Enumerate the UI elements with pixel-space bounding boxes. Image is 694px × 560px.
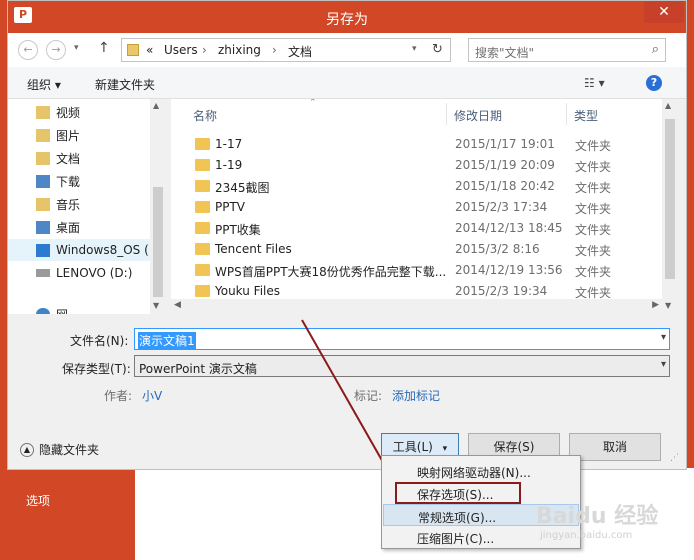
menu-item-label: 映射网络驱动器(N)... [417,466,531,480]
highlight-box [395,482,521,504]
menu-item-label: 常规选项(G)... [418,511,497,525]
menu-item-label: 压缩图片(C)... [417,532,495,546]
watermark-url: jingyan.baidu.com [540,530,633,541]
watermark-logo: Baidu 经验 [536,504,659,529]
annotation-arrow [301,319,398,490]
menu-item-map-network-drive[interactable]: 映射网络驱动器(N)... [383,460,579,482]
